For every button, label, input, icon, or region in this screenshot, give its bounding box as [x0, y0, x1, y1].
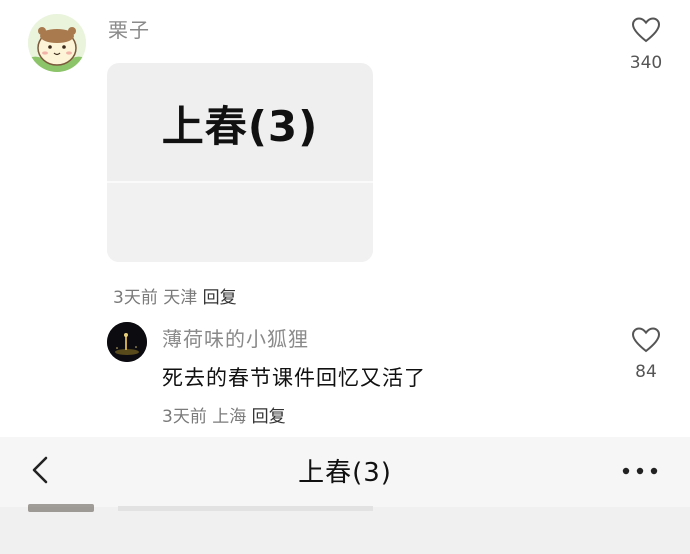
comment-image-lower	[107, 183, 373, 262]
reply-like-count: 84	[635, 362, 657, 382]
comment-like-count: 340	[629, 53, 663, 73]
reply-author-avatar[interactable]	[107, 322, 147, 362]
more-dots-icon	[622, 467, 658, 475]
comment-image-title: 上春(3)	[161, 102, 319, 151]
comment-image[interactable]: 上春(3)	[107, 63, 373, 262]
more-options-button[interactable]	[620, 462, 660, 475]
heart-icon	[631, 17, 661, 43]
reply-author-name[interactable]: 薄荷味的小狐狸	[162, 323, 309, 352]
reply-like-button[interactable]	[631, 326, 661, 354]
content-area	[0, 507, 690, 554]
partial-image-edge	[28, 504, 94, 512]
bear-avatar-icon	[28, 14, 86, 72]
partial-card-edge	[118, 506, 373, 511]
night-scene-avatar-icon	[107, 322, 147, 362]
reply-text: 死去的春节课件回忆又活了	[162, 366, 426, 390]
comment-location: 天津	[163, 288, 198, 308]
comment-author-avatar[interactable]	[28, 14, 86, 72]
comment-time: 3天前	[113, 288, 158, 308]
comment-like-button[interactable]	[631, 16, 661, 44]
reply-reply-button[interactable]: 回复	[252, 407, 286, 427]
heart-icon	[631, 327, 661, 353]
reply-location: 上海	[212, 407, 247, 427]
page-title: 上春(3)	[298, 458, 392, 488]
comment-meta: 3天前 天津 回复	[113, 283, 237, 308]
comment-reply-button[interactable]: 回复	[203, 288, 237, 308]
comment-author-name[interactable]: 栗子	[108, 14, 150, 43]
reply-meta: 3天前 上海 回复	[162, 402, 286, 427]
reply-time: 3天前	[162, 407, 207, 427]
